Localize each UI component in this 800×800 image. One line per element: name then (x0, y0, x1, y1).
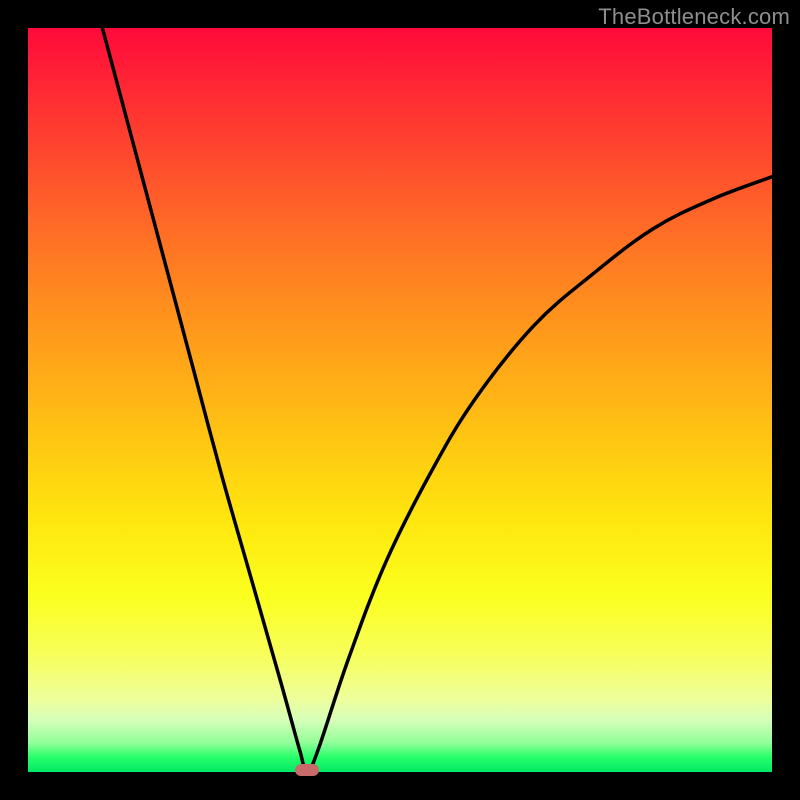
watermark-text: TheBottleneck.com (598, 4, 790, 30)
plot-area (28, 28, 772, 772)
optimum-marker (295, 764, 319, 776)
curve-path (102, 28, 772, 772)
curve-svg (28, 28, 772, 772)
chart-frame: TheBottleneck.com (0, 0, 800, 800)
